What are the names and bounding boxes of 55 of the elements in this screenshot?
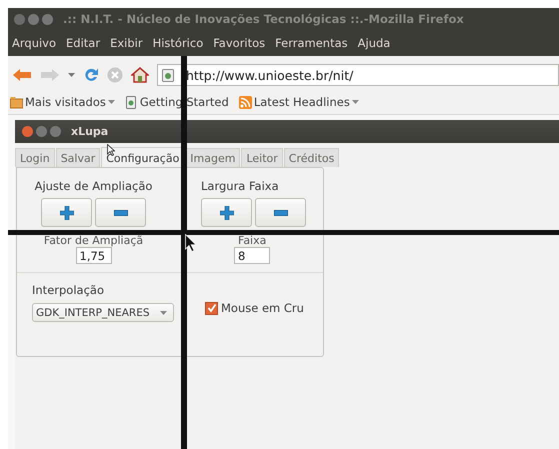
bookmark-item[interactable]: Mais visitados	[10, 95, 115, 109]
minimize-button[interactable]	[36, 126, 47, 137]
address-bar[interactable]: http://www.unioeste.br/nit/	[157, 64, 559, 86]
close-button[interactable]	[22, 126, 33, 137]
url-text: http://www.unioeste.br/nit/	[186, 68, 354, 82]
menu-item[interactable]: Ajuda	[358, 36, 390, 50]
page-icon	[124, 96, 138, 108]
bookmark-item[interactable]: Latest Headlines	[238, 95, 359, 109]
menu-item[interactable]: Exibir	[110, 36, 143, 50]
caret-icon	[160, 310, 167, 314]
field-label: Faixa	[238, 234, 266, 247]
zoom-in-button[interactable]	[201, 198, 252, 227]
maximize-button[interactable]	[50, 126, 61, 137]
zoom-in-button[interactable]	[41, 198, 92, 227]
page-icon	[162, 68, 174, 82]
minus-icon	[274, 210, 288, 216]
menu-item[interactable]: Ferramentas	[275, 36, 348, 50]
bookmark-item[interactable]: Getting Started	[124, 95, 229, 109]
menu-item[interactable]: Arquivo	[12, 36, 56, 50]
folder-icon	[10, 96, 23, 108]
stop-icon[interactable]	[107, 67, 123, 83]
minus-icon	[114, 210, 128, 216]
checkbox[interactable]	[205, 302, 218, 314]
window-title: .:: N.I.T. - Núcleo de Inovações Tecnológicas ::.-Mozilla Firefox	[63, 12, 464, 26]
tab[interactable]: Salvar	[56, 148, 100, 167]
field-label: Fator de Ampliaçã	[44, 234, 144, 247]
group-title: Largura Faixa	[201, 179, 279, 193]
dropdown[interactable]: GDK_INTERP_NEARES	[32, 303, 174, 322]
home-icon[interactable]	[131, 67, 149, 83]
check-icon	[206, 303, 216, 313]
number-field[interactable]: 8	[234, 247, 270, 264]
group-title: Ajuste de Ampliação	[34, 179, 152, 193]
field-label: Interpolação	[32, 283, 105, 297]
zoom-out-button[interactable]	[95, 198, 146, 227]
number-field[interactable]: 1,75	[76, 247, 112, 264]
tab[interactable]: Leitor	[241, 148, 283, 167]
checkbox-label: Mouse em Cru	[221, 301, 304, 315]
rss-feed-icon	[238, 96, 252, 108]
caret-icon[interactable]	[68, 73, 75, 77]
minimize-button[interactable]	[28, 14, 39, 24]
reload-icon[interactable]	[83, 67, 99, 83]
tab[interactable]: Imagem	[185, 148, 240, 167]
close-button[interactable]	[14, 14, 25, 24]
tab[interactable]: Login	[15, 148, 55, 167]
plus-icon	[220, 206, 234, 220]
back-arrow-icon[interactable]	[12, 67, 32, 83]
plus-icon	[60, 206, 74, 220]
zoom-out-button[interactable]	[255, 198, 306, 227]
tab[interactable]: Créditos	[284, 148, 340, 167]
menu-item[interactable]: Favoritos	[213, 36, 266, 50]
cursor-icon	[185, 234, 197, 252]
menu-item[interactable]: Histórico	[152, 36, 204, 50]
maximize-button[interactable]	[42, 14, 53, 24]
menu-item[interactable]: Editar	[66, 36, 100, 50]
window-title: xLupa	[71, 125, 108, 138]
